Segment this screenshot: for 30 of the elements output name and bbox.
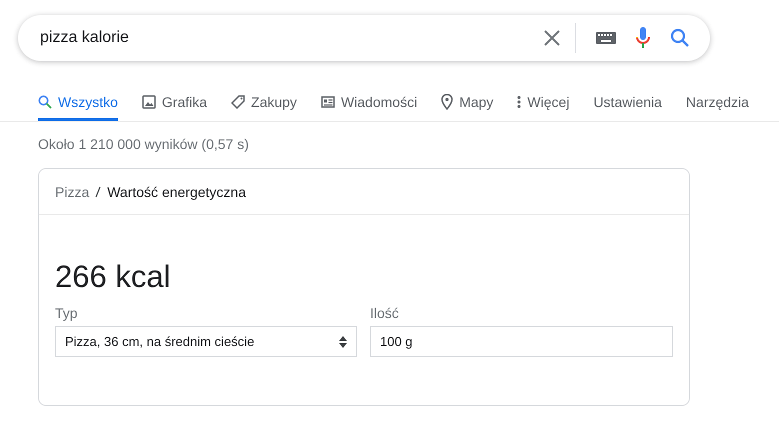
search-icon (38, 94, 52, 108)
calorie-value: 266 kcal (55, 258, 172, 296)
updown-arrows-icon (339, 336, 347, 348)
result-stats: Około 1 210 000 wyników (0,57 s) (38, 136, 250, 154)
breadcrumb-item: Wartość energetyczna (107, 184, 246, 200)
search-tab[interactable]: Więcej (517, 83, 570, 121)
search-icon[interactable] (670, 28, 690, 48)
search-tab[interactable]: Wiadomości (320, 83, 418, 121)
search-bar[interactable]: pizza kalorie (18, 15, 710, 61)
map-pin-icon (441, 94, 454, 110)
type-dropdown[interactable]: Pizza, 36 cm, na średnim cieście (55, 326, 357, 357)
search-tab[interactable]: Grafika (142, 83, 208, 121)
tag-icon (231, 94, 246, 108)
search-tab[interactable]: Ustawienia (593, 83, 662, 121)
breadcrumb-item[interactable]: Pizza (55, 184, 90, 200)
microphone-icon[interactable] (636, 27, 650, 49)
image-icon (142, 94, 156, 108)
search-tab[interactable]: Wszystko (38, 83, 118, 121)
search-tab[interactable]: Zakupy (231, 83, 297, 121)
keyboard-icon[interactable] (596, 32, 616, 44)
close-icon[interactable] (543, 29, 561, 47)
amount-field[interactable]: 100 g (370, 326, 673, 357)
field-label: Typ (55, 305, 79, 321)
field-label: Ilość (370, 305, 400, 321)
newspaper-icon (320, 96, 335, 108)
search-input[interactable]: pizza kalorie (40, 29, 523, 47)
search-tab[interactable]: Narzędzia (686, 83, 749, 121)
more-icon (517, 94, 522, 108)
search-tab[interactable]: Mapy (441, 83, 494, 121)
breadcrumb-separator (95, 186, 102, 198)
